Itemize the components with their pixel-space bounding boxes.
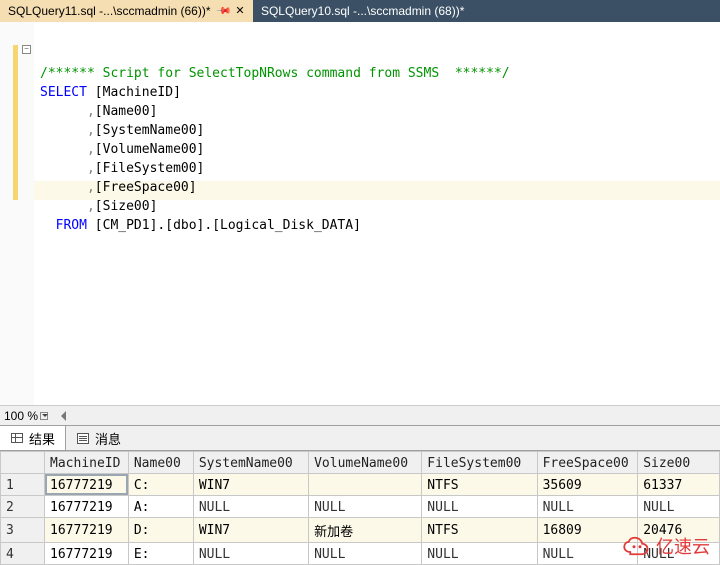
editor-gutter: −: [0, 22, 34, 405]
col-header[interactable]: Name00: [128, 452, 193, 474]
cell[interactable]: 16777219: [45, 496, 129, 518]
cell[interactable]: NULL: [537, 496, 638, 518]
file-tab-active[interactable]: SQLQuery11.sql -...\sccmadmin (66))* 📌 ✕: [0, 0, 253, 22]
file-tab-bar: SQLQuery11.sql -...\sccmadmin (66))* 📌 ✕…: [0, 0, 720, 22]
file-tab-label: SQLQuery11.sql -...\sccmadmin (66))*: [8, 4, 211, 18]
cell[interactable]: WIN7: [193, 518, 308, 543]
code-comment: /****** Script for SelectTopNRows comman…: [40, 66, 510, 81]
grid-icon: [10, 431, 24, 445]
cell[interactable]: 16777219: [45, 474, 129, 496]
col: [FreeSpace00]: [95, 180, 197, 195]
zoom-bar: 100 %: [0, 405, 720, 425]
cell[interactable]: 新加卷: [309, 518, 422, 543]
editor-body[interactable]: /****** Script for SelectTopNRows comman…: [34, 22, 720, 405]
cell[interactable]: NULL: [193, 543, 308, 565]
pin-icon[interactable]: 📌: [214, 3, 231, 20]
change-bar: [13, 45, 18, 180]
col-header[interactable]: SystemName00: [193, 452, 308, 474]
cell[interactable]: [309, 474, 422, 496]
file-tab-inactive[interactable]: SQLQuery10.sql -...\sccmadmin (68))*: [253, 0, 472, 22]
hscroll-left-arrow-icon[interactable]: [56, 411, 66, 421]
table-row[interactable]: 4 16777219 E: NULL NULL NULL NULL NULL: [1, 543, 720, 565]
grid-corner[interactable]: [1, 452, 45, 474]
cell[interactable]: NULL: [309, 496, 422, 518]
close-icon[interactable]: ✕: [235, 6, 245, 16]
kw-select: SELECT: [40, 85, 87, 100]
cell[interactable]: NULL: [309, 543, 422, 565]
cell[interactable]: NULL: [422, 543, 537, 565]
grid-header-row: MachineID Name00 SystemName00 VolumeName…: [1, 452, 720, 474]
row-header[interactable]: 4: [1, 543, 45, 565]
tab-messages-label: 消息: [95, 429, 121, 448]
col: [FileSystem00]: [95, 161, 205, 176]
cell[interactable]: A:: [128, 496, 193, 518]
row-header[interactable]: 3: [1, 518, 45, 543]
col-header[interactable]: VolumeName00: [309, 452, 422, 474]
col: [Name00]: [95, 104, 158, 119]
watermark-text: 亿速云: [656, 533, 710, 559]
row-header[interactable]: 2: [1, 496, 45, 518]
table-row[interactable]: 2 16777219 A: NULL NULL NULL NULL NULL: [1, 496, 720, 518]
cell[interactable]: 16777219: [45, 518, 129, 543]
cloud-icon: [622, 536, 652, 556]
table-row[interactable]: 1 16777219 C: WIN7 NTFS 35609 61337: [1, 474, 720, 496]
row-header[interactable]: 1: [1, 474, 45, 496]
change-bar: [13, 180, 18, 200]
col: [VolumeName00]: [95, 142, 205, 157]
col-header[interactable]: FreeSpace00: [537, 452, 638, 474]
zoom-dropdown-icon[interactable]: [40, 412, 48, 420]
cell[interactable]: D:: [128, 518, 193, 543]
cell[interactable]: C:: [128, 474, 193, 496]
results-grid[interactable]: MachineID Name00 SystemName00 VolumeName…: [0, 451, 720, 565]
cell[interactable]: NULL: [422, 496, 537, 518]
col-header[interactable]: Size00: [638, 452, 720, 474]
sql-editor[interactable]: − /****** Script for SelectTopNRows comm…: [0, 22, 720, 405]
tab-results-label: 结果: [29, 429, 55, 448]
tab-results[interactable]: 结果: [0, 426, 66, 450]
zoom-level: 100 %: [4, 409, 38, 423]
grid-table: MachineID Name00 SystemName00 VolumeName…: [0, 451, 720, 565]
cell[interactable]: 35609: [537, 474, 638, 496]
cell[interactable]: E:: [128, 543, 193, 565]
cell[interactable]: 61337: [638, 474, 720, 496]
cell[interactable]: 16777219: [45, 543, 129, 565]
col: [Size00]: [95, 199, 158, 214]
file-tab-label: SQLQuery10.sql -...\sccmadmin (68))*: [261, 4, 464, 18]
kw-from: FROM: [56, 218, 87, 233]
cell[interactable]: WIN7: [193, 474, 308, 496]
cell[interactable]: NULL: [638, 496, 720, 518]
cell[interactable]: NTFS: [422, 474, 537, 496]
results-tab-bar: 结果 消息: [0, 425, 720, 451]
messages-icon: [76, 431, 90, 445]
fold-toggle-icon[interactable]: −: [22, 45, 31, 54]
col-header[interactable]: FileSystem00: [422, 452, 537, 474]
col-header[interactable]: MachineID: [45, 452, 129, 474]
col: [MachineID]: [95, 85, 181, 100]
tab-messages[interactable]: 消息: [66, 426, 131, 450]
cell[interactable]: NULL: [193, 496, 308, 518]
col: [SystemName00]: [95, 123, 205, 138]
from-source: [CM_PD1].[dbo].[Logical_Disk_DATA]: [95, 218, 361, 233]
table-row[interactable]: 3 16777219 D: WIN7 新加卷 NTFS 16809 20476: [1, 518, 720, 543]
cell[interactable]: NTFS: [422, 518, 537, 543]
watermark: 亿速云: [622, 533, 710, 559]
